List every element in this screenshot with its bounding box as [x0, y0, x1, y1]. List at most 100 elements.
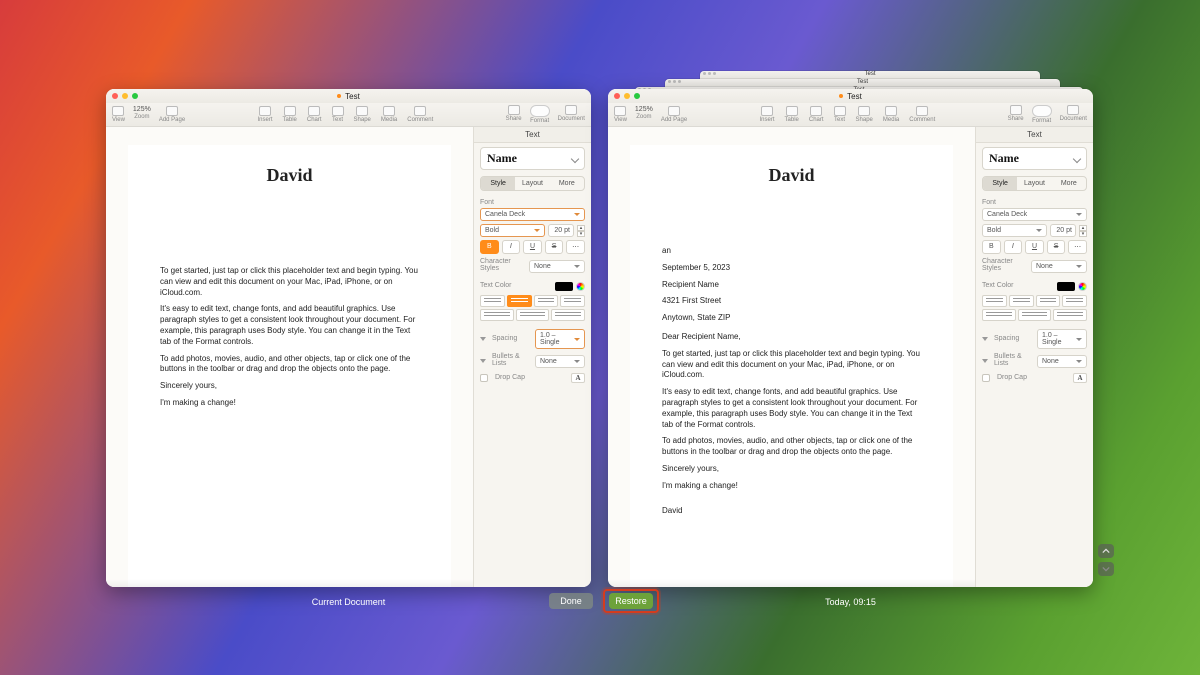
chevron-up-icon: [1102, 547, 1110, 555]
text-options-button[interactable]: ⋯: [566, 240, 585, 254]
disclosure-icon[interactable]: [982, 337, 988, 341]
char-styles-select[interactable]: None: [1031, 260, 1087, 273]
share-button[interactable]: Share: [1008, 105, 1024, 124]
share-button[interactable]: Share: [506, 105, 522, 124]
color-wheel-icon[interactable]: [1078, 282, 1087, 291]
char-styles-label: Character Styles: [480, 258, 526, 272]
toolbar: View 125% Zoom Add Page Insert Table Cha…: [106, 103, 591, 127]
text-color-swatch[interactable]: [555, 282, 573, 291]
spacing-label: Spacing: [994, 335, 1034, 342]
done-button[interactable]: Done: [549, 593, 593, 609]
color-wheel-icon[interactable]: [576, 282, 585, 291]
version-next-button[interactable]: [1098, 562, 1114, 576]
paragraph-style-dropdown[interactable]: Name: [480, 147, 585, 170]
zoom-button[interactable]: 125% Zoom: [133, 106, 151, 123]
font-family-select[interactable]: Canela Deck: [982, 208, 1087, 221]
italic-button[interactable]: I: [1004, 240, 1023, 254]
char-styles-select[interactable]: None: [529, 260, 585, 273]
body-text: an: [662, 246, 921, 257]
page-area[interactable]: David an September 5, 2023 Recipient Nam…: [608, 127, 975, 587]
disclosure-icon[interactable]: [982, 359, 988, 363]
text-button[interactable]: Text: [332, 106, 344, 123]
dropcap-checkbox[interactable]: [982, 374, 990, 382]
font-family-select[interactable]: Canela Deck: [480, 208, 585, 221]
spacing-select[interactable]: 1.0 – Single: [535, 329, 585, 349]
zoom-button[interactable]: 125% Zoom: [635, 106, 653, 123]
format-button[interactable]: Format: [530, 105, 550, 124]
zoom-icon[interactable]: [634, 93, 640, 99]
chevron-down-icon: [571, 154, 579, 162]
font-size-field[interactable]: 20 pt: [1050, 224, 1076, 237]
minimize-icon[interactable]: [624, 93, 630, 99]
body-text: 4321 First Street: [662, 296, 921, 307]
panel-tabs[interactable]: StyleLayoutMore: [480, 176, 585, 191]
comment-button[interactable]: Comment: [407, 106, 433, 123]
spacing-label: Spacing: [492, 335, 532, 342]
text-align-group[interactable]: [480, 295, 585, 307]
bullets-select[interactable]: None: [1037, 355, 1087, 368]
shape-button[interactable]: Shape: [354, 106, 371, 123]
window-title: Test: [345, 92, 360, 101]
insert-button[interactable]: Insert: [760, 106, 775, 123]
font-size-stepper[interactable]: ▴▾: [577, 225, 585, 237]
disclosure-icon[interactable]: [480, 337, 486, 341]
disclosure-icon[interactable]: [480, 359, 486, 363]
font-size-field[interactable]: 20 pt: [548, 224, 574, 237]
body-text: To add photos, movies, audio, and other …: [160, 354, 419, 376]
font-size-stepper[interactable]: ▴▾: [1079, 225, 1087, 237]
edited-dot-icon: [337, 94, 341, 98]
document-button[interactable]: Document: [558, 105, 585, 124]
media-button[interactable]: Media: [381, 106, 397, 123]
vertical-align-group[interactable]: [480, 309, 585, 321]
view-button[interactable]: View: [614, 106, 627, 123]
format-button[interactable]: Format: [1032, 105, 1052, 124]
restore-button[interactable]: Restore: [609, 593, 653, 609]
paragraph-style-dropdown[interactable]: Name: [982, 147, 1087, 170]
font-weight-select[interactable]: Bold: [480, 224, 545, 237]
close-icon[interactable]: [614, 93, 620, 99]
insert-button[interactable]: Insert: [258, 106, 273, 123]
underline-button[interactable]: U: [523, 240, 542, 254]
underline-button[interactable]: U: [1025, 240, 1044, 254]
dropcap-preview[interactable]: A: [571, 373, 585, 383]
italic-button[interactable]: I: [502, 240, 521, 254]
text-options-button[interactable]: ⋯: [1068, 240, 1087, 254]
version-prev-button[interactable]: [1098, 544, 1114, 558]
bullets-select[interactable]: None: [535, 355, 585, 368]
table-button[interactable]: Table: [283, 106, 297, 123]
text-align-group[interactable]: [982, 295, 1087, 307]
body-text: David: [662, 506, 921, 517]
dropcap-preview[interactable]: A: [1073, 373, 1087, 383]
comment-button[interactable]: Comment: [909, 106, 935, 123]
font-weight-select[interactable]: Bold: [982, 224, 1047, 237]
chart-button[interactable]: Chart: [809, 106, 824, 123]
bold-button[interactable]: B: [982, 240, 1001, 254]
text-color-swatch[interactable]: [1057, 282, 1075, 291]
text-color-label: Text Color: [982, 282, 1054, 289]
add-page-button[interactable]: Add Page: [159, 106, 185, 123]
chart-button[interactable]: Chart: [307, 106, 322, 123]
current-document-window: Test View 125% Zoom Add Page Insert Tabl…: [106, 89, 591, 587]
shape-button[interactable]: Shape: [856, 106, 873, 123]
spacing-select[interactable]: 1.0 – Single: [1037, 329, 1087, 349]
close-icon[interactable]: [112, 93, 118, 99]
format-panel: Text Name StyleLayoutMore Font Canela De…: [473, 127, 591, 587]
media-button[interactable]: Media: [883, 106, 899, 123]
minimize-icon[interactable]: [122, 93, 128, 99]
body-text: To add photos, movies, audio, and other …: [662, 436, 921, 458]
document-button[interactable]: Document: [1060, 105, 1087, 124]
panel-tabs[interactable]: StyleLayoutMore: [982, 176, 1087, 191]
view-button[interactable]: View: [112, 106, 125, 123]
vertical-align-group[interactable]: [982, 309, 1087, 321]
add-page-button[interactable]: Add Page: [661, 106, 687, 123]
text-button[interactable]: Text: [834, 106, 846, 123]
dropcap-checkbox[interactable]: [480, 374, 488, 382]
history-timestamp-label: Today, 09:15: [608, 597, 1093, 607]
bold-button[interactable]: B: [480, 240, 499, 254]
zoom-icon[interactable]: [132, 93, 138, 99]
strike-button[interactable]: S: [1047, 240, 1066, 254]
page-area[interactable]: David To get started, just tap or click …: [106, 127, 473, 587]
panel-header: Text: [474, 127, 591, 143]
strike-button[interactable]: S: [545, 240, 564, 254]
table-button[interactable]: Table: [785, 106, 799, 123]
